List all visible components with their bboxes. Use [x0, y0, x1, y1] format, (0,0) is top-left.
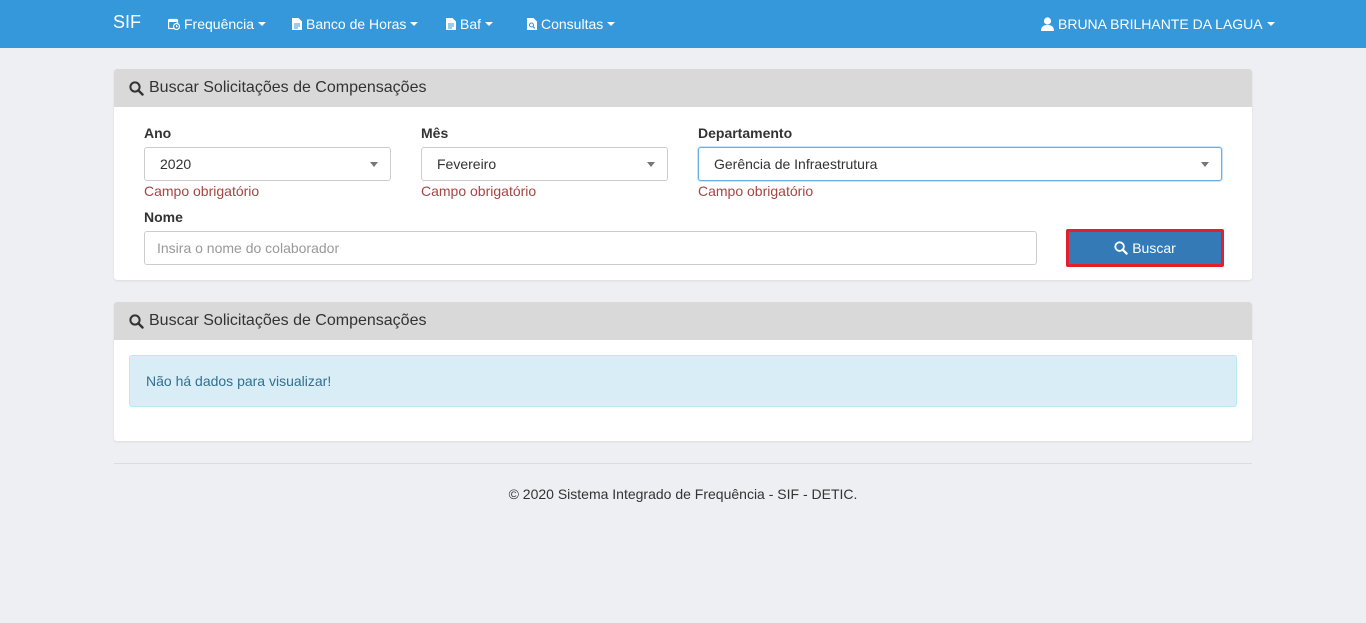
mes-select[interactable]: Fevereiro: [421, 147, 668, 181]
search-panel: Buscar Solicitações de Compensações Ano …: [114, 69, 1252, 280]
mes-error: Campo obrigatório: [421, 183, 537, 199]
departamento-label: Departamento: [698, 125, 793, 141]
ano-select[interactable]: 2020: [144, 147, 391, 181]
nav-menu-label: Consultas: [541, 16, 604, 32]
buscar-button-label: Buscar: [1132, 240, 1176, 256]
caret-down-icon: [1266, 22, 1275, 26]
departamento-error: Campo obrigatório: [698, 183, 814, 199]
footer-text: © 2020 Sistema Integrado de Frequência -…: [508, 486, 858, 502]
search-icon: [129, 80, 144, 96]
user-icon: [1041, 17, 1054, 31]
document-search-icon: [527, 18, 537, 30]
no-data-alert: Não há dados para visualizar!: [129, 355, 1237, 407]
nav-menu-consultas[interactable]: Consultas: [527, 15, 616, 33]
nome-input[interactable]: [144, 231, 1037, 265]
brand-logo[interactable]: SIF: [113, 12, 141, 33]
results-panel-heading: Buscar Solicitações de Compensações: [114, 302, 1252, 340]
nav-menu-baf[interactable]: Baf: [446, 15, 494, 33]
calendar-clock-icon: [168, 18, 180, 30]
footer-divider: [114, 463, 1252, 464]
user-menu[interactable]: BRUNA BRILHANTE DA LAGUA: [1041, 15, 1275, 33]
nav-menu-label: Banco de Horas: [306, 16, 407, 32]
panel-title: Buscar Solicitações de Compensações: [149, 79, 427, 96]
caret-down-icon: [607, 22, 616, 26]
buscar-button[interactable]: Buscar: [1066, 229, 1224, 267]
document-icon: [446, 18, 456, 30]
caret-down-icon: [485, 22, 494, 26]
ano-label: Ano: [144, 125, 172, 141]
chevron-down-icon: [1201, 162, 1209, 167]
departamento-selected-value: Gerência de Infraestrutura: [714, 156, 878, 172]
nav-menu-label: Frequência: [184, 16, 255, 32]
panel-title: Buscar Solicitações de Compensações: [149, 312, 427, 329]
mes-selected-value: Fevereiro: [437, 156, 497, 172]
caret-down-icon: [258, 22, 267, 26]
search-icon: [129, 313, 144, 329]
nav-menu-label: Baf: [460, 16, 482, 32]
chevron-down-icon: [647, 162, 655, 167]
ano-error: Campo obrigatório: [144, 183, 260, 199]
nome-label: Nome: [144, 209, 183, 225]
caret-down-icon: [410, 22, 419, 26]
search-icon: [1114, 241, 1128, 255]
search-panel-heading: Buscar Solicitações de Compensações: [114, 69, 1252, 107]
results-panel: Buscar Solicitações de Compensações Não …: [114, 302, 1252, 441]
user-name: BRUNA BRILHANTE DA LAGUA: [1058, 16, 1263, 32]
top-navbar: SIF Frequência Banco de Horas Baf Consul…: [0, 0, 1366, 48]
chevron-down-icon: [370, 162, 378, 167]
ano-selected-value: 2020: [160, 156, 192, 172]
nav-menu-frequencia[interactable]: Frequência: [168, 15, 267, 33]
document-icon: [292, 18, 302, 30]
mes-label: Mês: [421, 125, 449, 141]
nav-menu-banco-de-horas[interactable]: Banco de Horas: [292, 15, 419, 33]
departamento-select[interactable]: Gerência de Infraestrutura: [698, 147, 1222, 181]
